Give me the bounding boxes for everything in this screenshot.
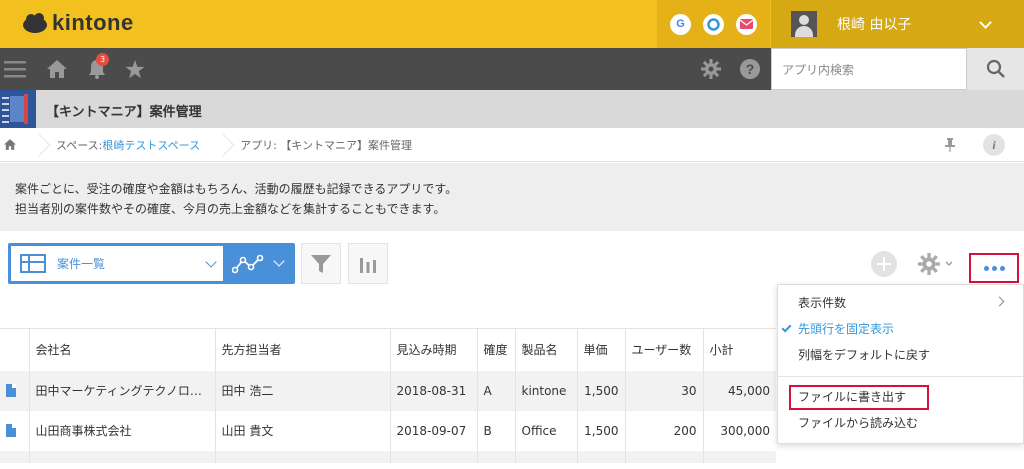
connected-apps: G [657,0,770,48]
table-row[interactable]: 山田商事株式会社 山田 貴文 2018-09-07 B Office 1,500… [0,410,776,451]
space-link[interactable]: 根崎テストスペース [102,137,200,153]
menu-item-export-file[interactable]: ファイルに書き出す [798,388,906,406]
app-notebook-icon [0,90,36,128]
table-row[interactable]: 田中マーケティングテクノロ… 田中 浩二 2018-08-31 A kinton… [0,370,776,411]
table-cell: 200 [624,410,703,451]
chevron-down-icon [205,256,217,268]
chevron-down-icon [979,16,992,29]
kintone-logo[interactable]: kintone [22,10,134,36]
pin-icon[interactable] [944,138,956,155]
column-header[interactable]: 小計 [702,328,776,371]
table-cell: 2018-09-07 [389,410,477,451]
avatar [791,11,817,37]
star-icon[interactable] [122,48,148,90]
graph-icon [232,254,264,273]
records-table: 会社名 先方担当者 見込み時期 確度 製品名 単価 ユーザー数 小計 田中マーケ… [0,328,776,463]
table-cell: B [476,410,515,451]
home-icon [4,139,16,150]
bar-chart-icon [360,257,376,273]
mail-icon[interactable] [736,13,757,35]
chart-button[interactable] [348,243,388,284]
search-button[interactable] [967,48,1024,90]
circle-app-icon[interactable] [703,13,724,35]
record-detail-icon[interactable] [6,384,16,397]
menu-item-freeze-header[interactable]: 先頭行を固定表示 [781,320,894,338]
gear-icon[interactable] [698,48,724,90]
table-cell: 1,500 [576,370,625,411]
search-icon [986,59,1005,78]
description-line-1: 案件ごとに、受注の確度や金額はもちろん、活動の履歴も記録できるアプリです。 [15,182,458,196]
column-header[interactable]: ユーザー数 [624,328,703,371]
plus-icon [877,257,891,271]
view-dropdown[interactable]: 案件一覧 [11,246,223,281]
table-cell: 2018-08-31 [389,370,477,411]
more-options-button[interactable] [969,253,1019,283]
add-record-button[interactable] [871,251,897,277]
table-cell: 300,000 [702,410,776,451]
filter-icon [311,254,331,273]
info-icon[interactable]: i [983,134,1005,156]
brand-name: kintone [52,10,134,35]
table-cell: kintone [514,370,577,411]
chevron-right-icon [994,296,1005,307]
table-cell: 45,000 [702,370,776,411]
checkmark-icon [781,322,792,333]
notification-badge: 3 [96,53,109,66]
table-cell: 田中 浩二 [214,370,390,411]
column-header[interactable]: 確度 [476,328,515,371]
more-options-menu: 表示件数 先頭行を固定表示 列幅をデフォルトに戻す ファイルに書き出す ファイル… [777,284,1024,444]
table-row[interactable] [0,450,776,463]
table-cell: 30 [624,370,703,411]
gear-icon [918,253,940,275]
chevron-down-icon [945,261,953,266]
cloud-logo-icon [22,12,48,34]
hamburger-menu-icon[interactable] [2,48,28,90]
app-title: 【キントマニア】案件管理 [46,105,202,120]
breadcrumb-app[interactable]: アプリ: 【キントマニア】案件管理 [226,128,426,162]
help-icon[interactable]: ? [737,48,763,90]
view-label: 案件一覧 [57,257,106,271]
filter-button[interactable] [301,243,341,284]
breadcrumb-home[interactable] [0,128,30,162]
google-icon[interactable]: G [670,13,691,35]
search-input[interactable]: アプリ内検索 [771,48,967,90]
record-detail-icon[interactable] [6,424,16,437]
graph-button[interactable] [226,243,272,284]
list-view-icon [20,254,46,273]
top-header: kintone G 根崎 由以子 [0,0,1024,48]
table-cell: 田中マーケティングテクノロ… [28,370,215,411]
breadcrumb-space: スペース: 根崎テストスペース [56,137,201,153]
app-settings-button[interactable] [918,251,958,277]
chevron-down-icon[interactable] [273,255,285,267]
menu-item-reset-column-width[interactable]: 列幅をデフォルトに戻す [798,346,930,364]
user-name: 根崎 由以子 [837,17,912,33]
column-header[interactable]: 単価 [576,328,625,371]
menu-item-import-file[interactable]: ファイルから読み込む [798,414,918,432]
home-icon[interactable] [44,48,70,90]
table-cell: 1,500 [576,410,625,451]
table-header-row: 会社名 先方担当者 見込み時期 確度 製品名 単価 ユーザー数 小計 [0,328,776,371]
table-cell: 山田 貴文 [214,410,390,451]
table-cell: 山田商事株式会社 [28,410,215,451]
view-selector: 案件一覧 [8,243,295,284]
svg-text:?: ? [746,61,755,77]
app-title-bar: 【キントマニア】案件管理 [0,90,1024,128]
user-menu[interactable]: 根崎 由以子 [771,0,1024,48]
table-cell: Office [514,410,577,451]
app-description: 案件ごとに、受注の確度や金額はもちろん、活動の履歴も記録できるアプリです。 担当… [0,163,1024,231]
column-header[interactable]: 製品名 [514,328,577,371]
column-header[interactable]: 会社名 [28,328,215,371]
menu-item-page-size[interactable]: 表示件数 [798,294,846,312]
description-line-2: 担当者別の案件数やその確度、今月の売上金額などを集計することもできます。 [15,202,446,216]
column-header[interactable]: 見込み時期 [389,328,477,371]
table-cell: A [476,370,515,411]
column-header[interactable]: 先方担当者 [214,328,390,371]
breadcrumb: スペース: 根崎テストスペース アプリ: 【キントマニア】案件管理 i [0,128,1024,162]
